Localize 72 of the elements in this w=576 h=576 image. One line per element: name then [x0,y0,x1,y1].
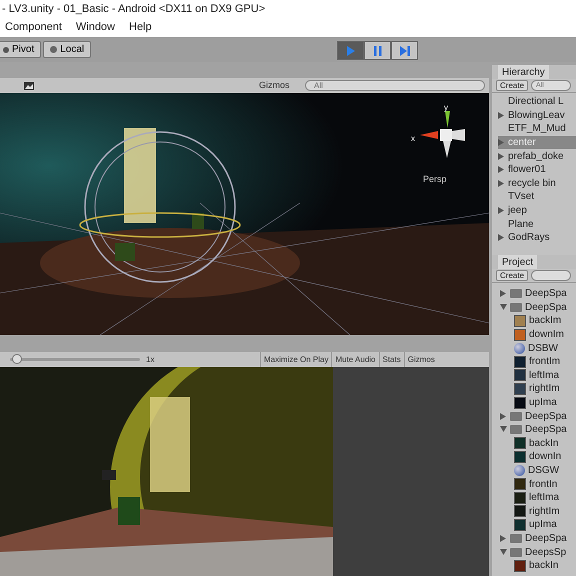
folder-icon [510,302,522,312]
expand-arrow-icon[interactable] [498,234,504,242]
asset-name[interactable]: backIm [529,313,562,328]
folder-icon [510,289,522,298]
expand-arrow-icon[interactable] [498,166,504,174]
search-field[interactable]: All [305,80,485,91]
folder-icon [510,534,522,543]
asset-name[interactable]: DeepSpa [525,422,567,438]
pause-button[interactable] [364,41,391,60]
hierarchy-item[interactable]: prefab_doke [498,149,576,163]
hierarchy-item[interactable]: Directional L [498,95,576,109]
create-dropdown[interactable]: Create [496,80,528,91]
hierarchy-item[interactable]: flower01 [498,162,576,177]
asset-name[interactable]: frontIm [529,354,560,370]
hierarchy-item[interactable]: BlowingLeav [498,108,576,122]
asset-name[interactable]: backIn [529,436,558,451]
menu-item[interactable]: Help [129,19,152,36]
hierarchy-item[interactable]: GodRays [498,230,576,245]
asset-name[interactable]: DeepSpa [525,530,567,546]
asset-name[interactable]: DeepSpa [525,300,567,315]
menu-item[interactable]: Window [76,19,115,36]
folder-icon [510,548,522,557]
hierarchy-item[interactable]: jeep [498,204,576,218]
create-dropdown[interactable]: Create [496,270,528,281]
axis-label: x [411,133,415,145]
asset-name[interactable]: DeepSpa [525,286,567,302]
asset-name[interactable]: downIn [529,449,562,464]
expand-arrow-icon[interactable] [498,180,504,187]
asset-name[interactable]: leftIma [529,490,560,506]
panel-tab[interactable]: Hierarchy [498,65,549,79]
hierarchy-item[interactable]: recycle bin [498,176,576,190]
asset-name[interactable]: backIn [529,558,558,574]
asset-name[interactable]: upIma [529,395,557,410]
play-icon [344,44,356,56]
collapse-arrow-icon[interactable] [500,304,507,311]
hierarchy-item[interactable]: Plane [498,217,576,231]
asset-name[interactable]: downIm [529,327,564,342]
gizmos-dropdown[interactable]: Gizmos [255,79,294,92]
projection-label[interactable]: Persp [423,173,447,186]
asset-name[interactable]: DSGW [528,463,560,478]
expand-arrow-icon[interactable] [498,139,504,146]
pivot-button[interactable]: Pivot [0,41,42,58]
folder-icon [510,425,522,434]
expand-arrow-icon[interactable] [500,412,507,420]
window-title: - LV3.unity - 01_Basic - Android <DX11 on DX9 GPU> [2,2,266,17]
step-button[interactable] [391,41,418,60]
axis-label: y [444,102,448,114]
panel-tab[interactable]: Project [498,255,538,269]
menu-item[interactable]: Component [5,19,62,36]
pause-icon [372,44,384,56]
hierarchy-item[interactable]: ETF_M_Mud [498,122,576,136]
asset-name[interactable]: frontIn [529,476,558,492]
collapse-arrow-icon[interactable] [500,426,507,434]
expand-arrow-icon[interactable] [500,534,507,542]
asset-name[interactable]: rightIm [529,381,560,396]
expand-arrow-icon[interactable] [498,112,504,119]
hierarchy-item[interactable]: TVset [498,190,576,204]
asset-name[interactable]: rightIm [529,504,560,519]
asset-name[interactable]: DSBW [528,340,558,356]
expand-arrow-icon[interactable] [498,152,504,160]
expand-arrow-icon[interactable] [500,290,507,298]
asset-name[interactable]: DeepSpa [525,408,567,424]
asset-name[interactable]: leftIma [529,368,560,383]
scale-label: 1x [146,354,154,366]
asset-name[interactable]: DeepsSp [525,544,566,560]
expand-arrow-icon[interactable] [498,207,504,214]
folder-icon [510,412,522,421]
asset-name[interactable]: upIma [529,517,557,532]
search-field[interactable] [531,270,572,281]
collapse-arrow-icon[interactable] [500,548,507,556]
step-icon [398,44,410,56]
local-button[interactable]: Local [43,41,92,58]
